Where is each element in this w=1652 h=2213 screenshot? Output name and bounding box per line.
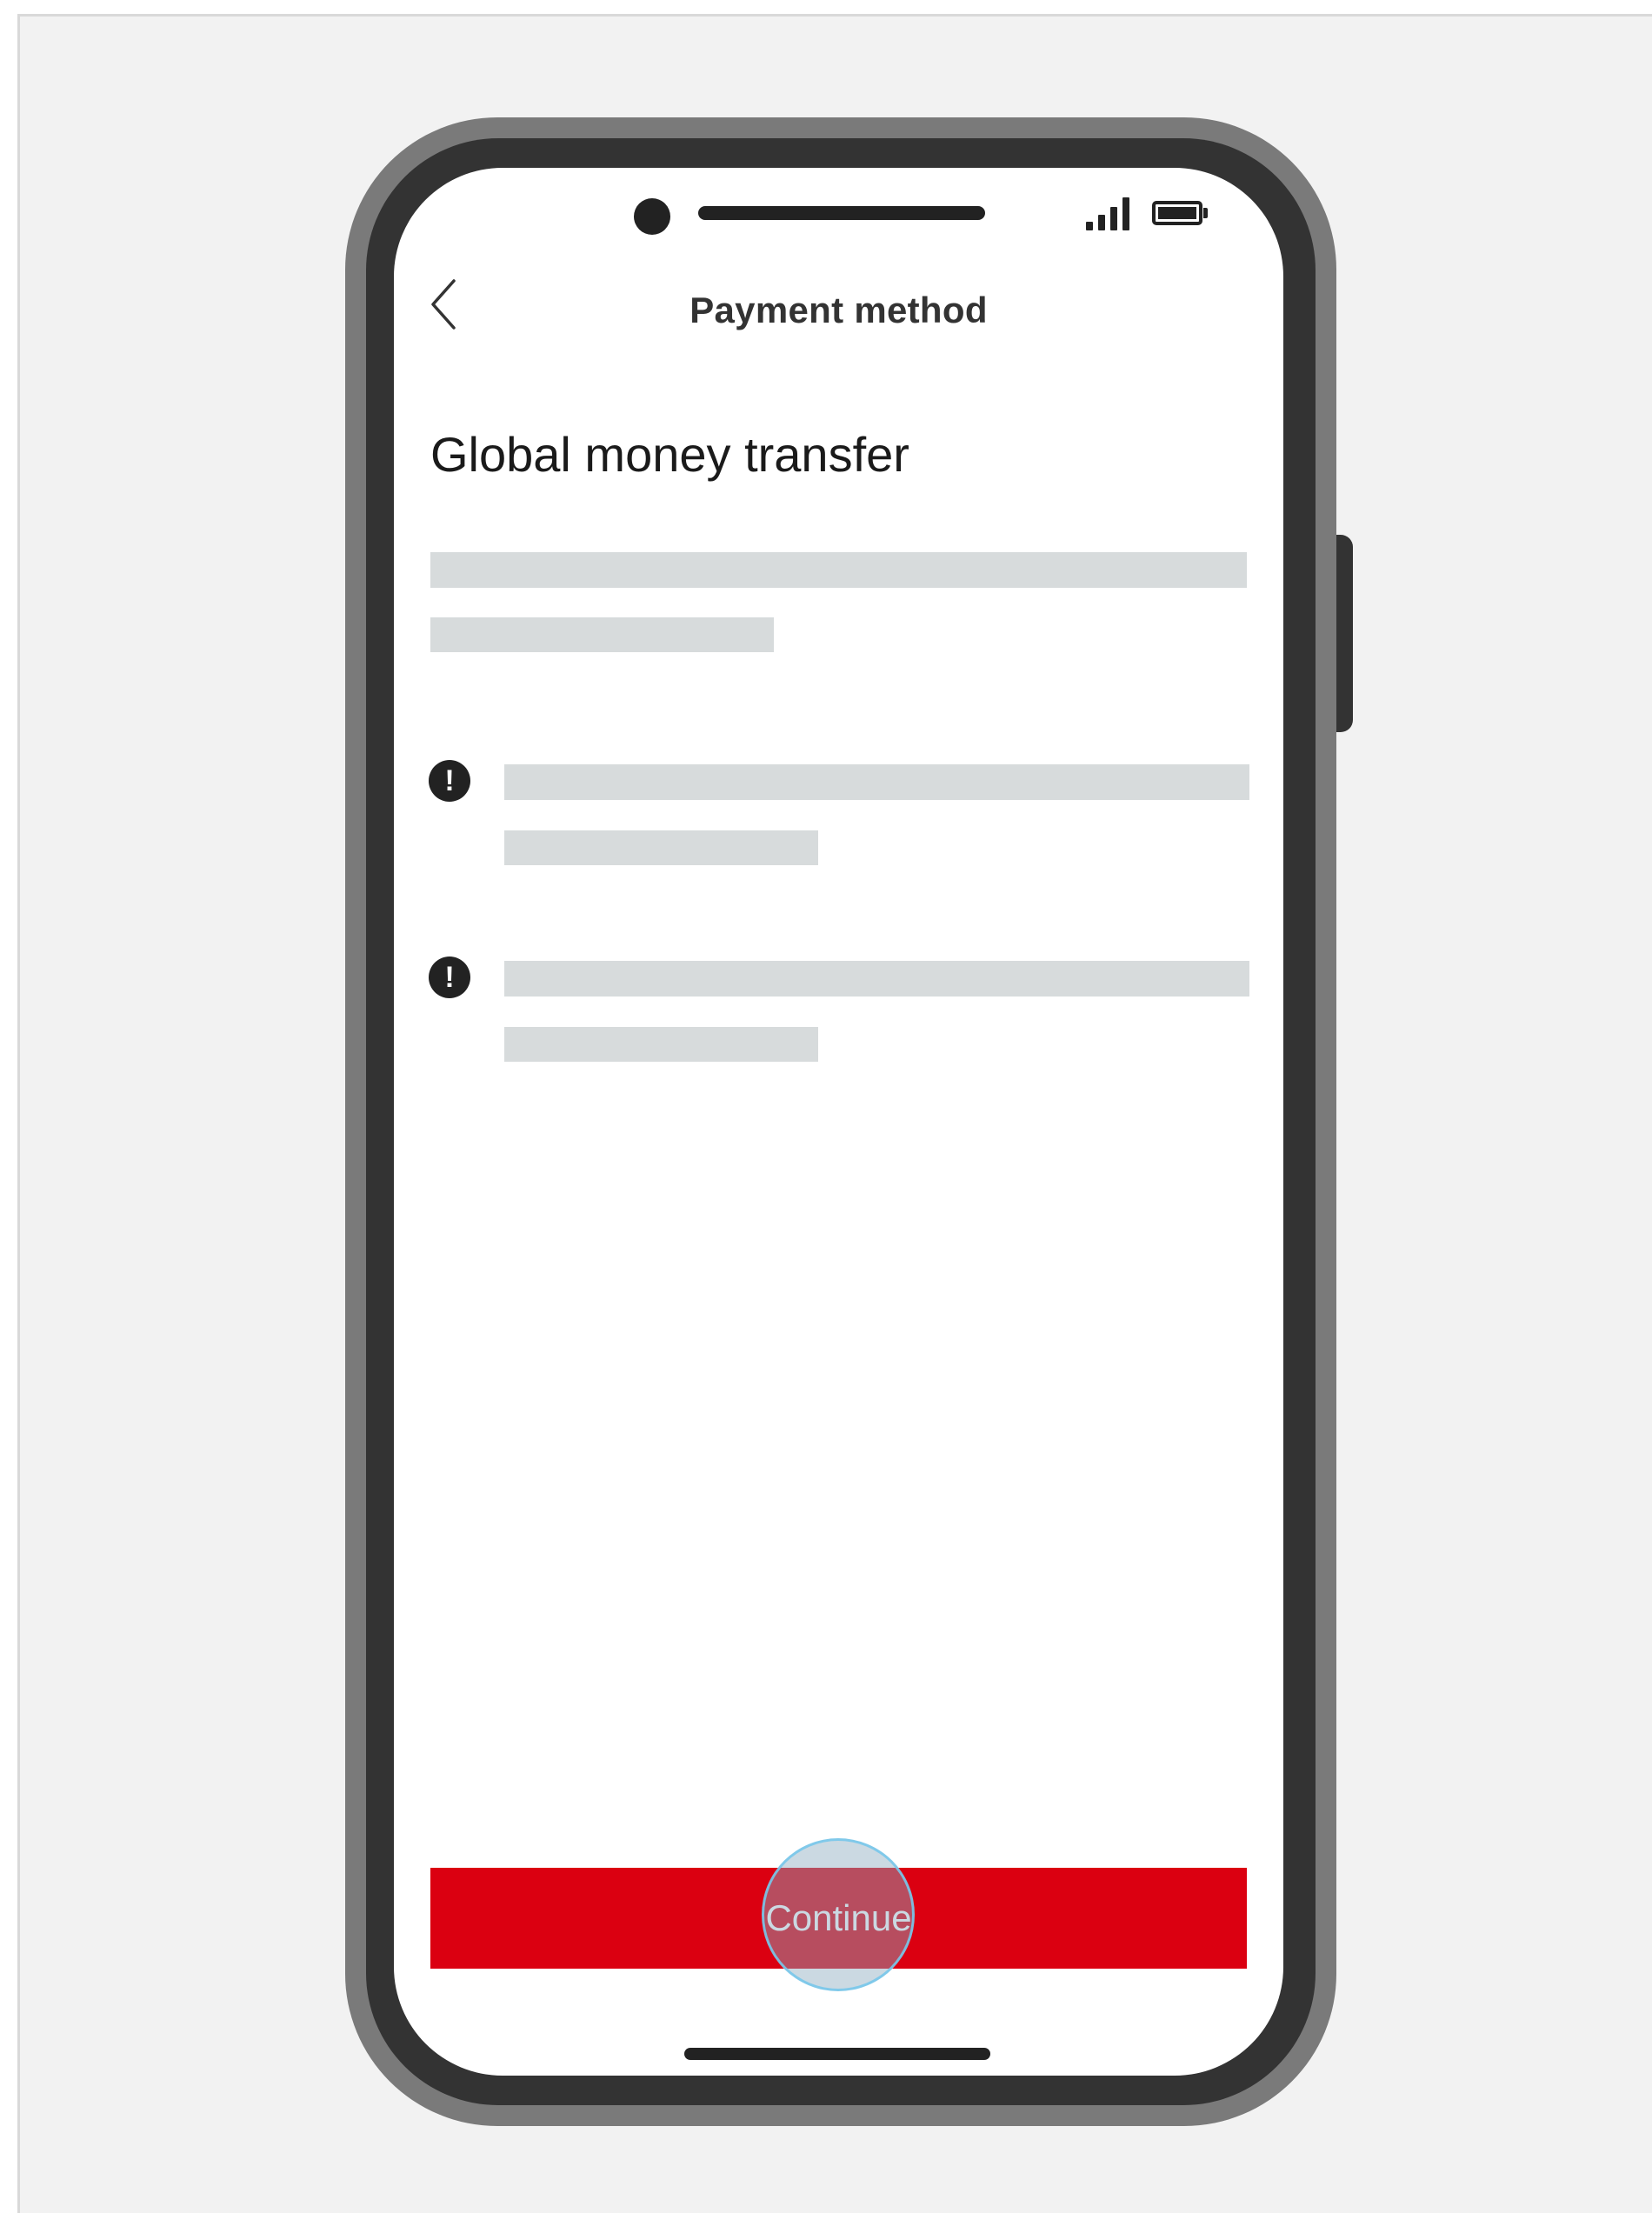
battery-icon — [1152, 201, 1202, 225]
page-title: Global money transfer — [430, 427, 909, 482]
header-title: Payment method — [689, 290, 988, 330]
placeholder-line — [504, 830, 818, 865]
phone-screen: Payment method Global money transfer ! !… — [394, 168, 1283, 2076]
exclamation-circle-icon: ! — [429, 760, 470, 802]
battery-tip — [1203, 208, 1208, 218]
exclamation-circle-icon: ! — [429, 957, 470, 998]
earpiece-speaker — [698, 206, 985, 220]
continue-button[interactable]: Continue — [430, 1868, 1247, 1969]
home-indicator — [684, 2048, 990, 2060]
placeholder-line — [504, 961, 1249, 997]
signal-strength-icon — [1086, 197, 1138, 230]
placeholder-line — [430, 552, 1247, 588]
placeholder-line — [430, 617, 774, 652]
placeholder-line — [504, 1027, 818, 1062]
placeholder-line — [504, 764, 1249, 800]
front-camera — [634, 198, 670, 235]
